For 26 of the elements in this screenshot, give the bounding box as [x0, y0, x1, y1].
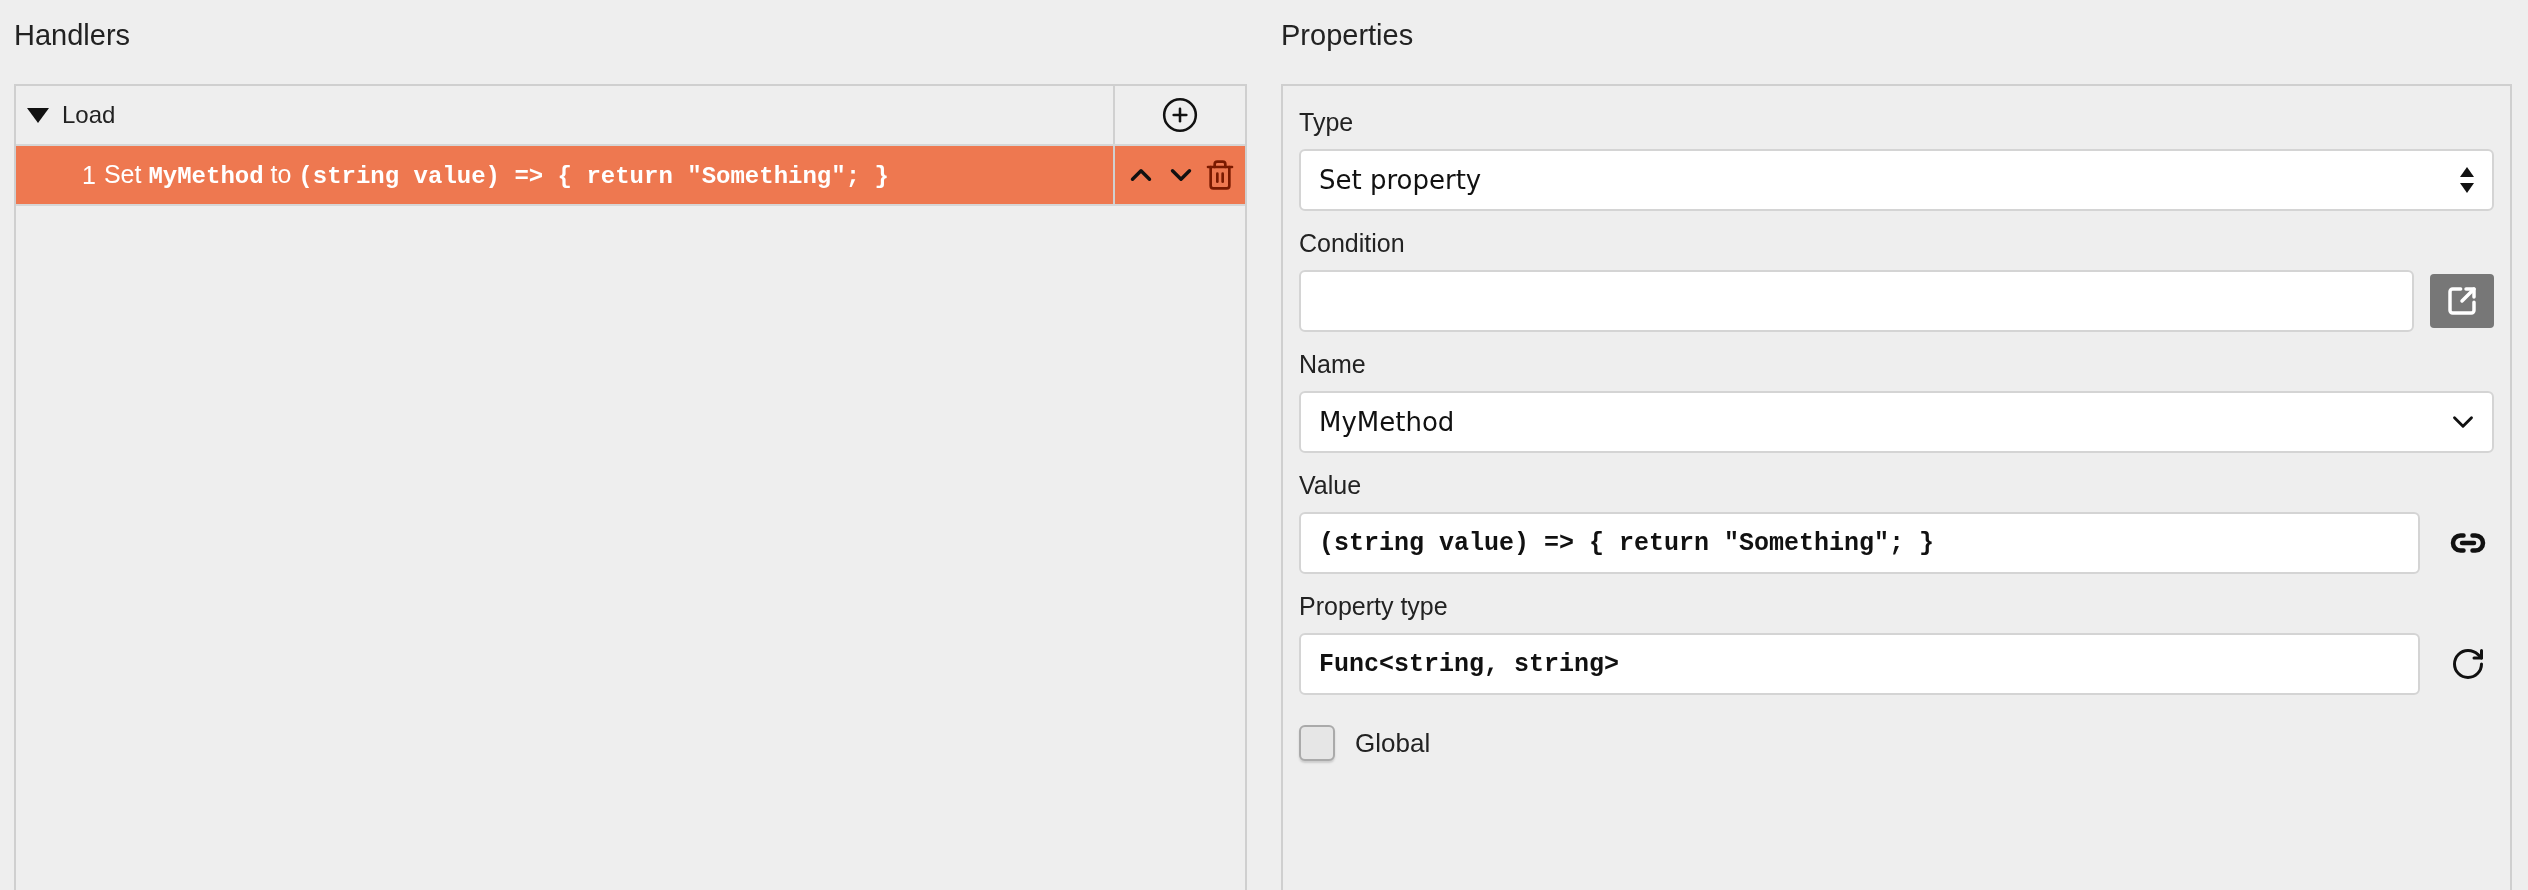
field-label: Type [1299, 108, 1355, 137]
field-label: Condition [1299, 229, 1406, 258]
action-summary: Set MyMethod to (string value) => { return "Something"; } [103, 160, 889, 190]
global-checkbox[interactable] [1299, 725, 1335, 761]
event-name: Load [62, 101, 116, 129]
code-field[interactable]: (string value) => { return "Something"; } [1299, 512, 2420, 574]
trash-icon [1204, 159, 1236, 191]
delete-button[interactable] [1204, 159, 1236, 191]
type-select[interactable]: Set property [1299, 149, 2494, 211]
field-label: Value [1299, 471, 1363, 500]
external-link-icon [2446, 285, 2478, 317]
field-label: Property type [1299, 592, 1449, 621]
input-field[interactable] [1299, 270, 2414, 332]
open-editor-button[interactable] [2430, 274, 2494, 328]
add-button[interactable] [1161, 96, 1199, 134]
field-label: Name [1299, 350, 1367, 379]
up-down-arrows-icon [2460, 167, 2474, 193]
add-icon [1161, 96, 1199, 134]
checkbox-label: Global [1355, 727, 1431, 759]
name-dropdown[interactable]: MyMethod [1299, 391, 2494, 453]
panel-title: Handlers [14, 17, 132, 53]
code-field[interactable]: Func<string, string> [1299, 633, 2420, 695]
caret-icon[interactable] [26, 105, 50, 125]
panel-title: Properties [1281, 17, 1415, 53]
refresh-icon [2450, 646, 2486, 682]
line-number: 1 [82, 160, 96, 190]
